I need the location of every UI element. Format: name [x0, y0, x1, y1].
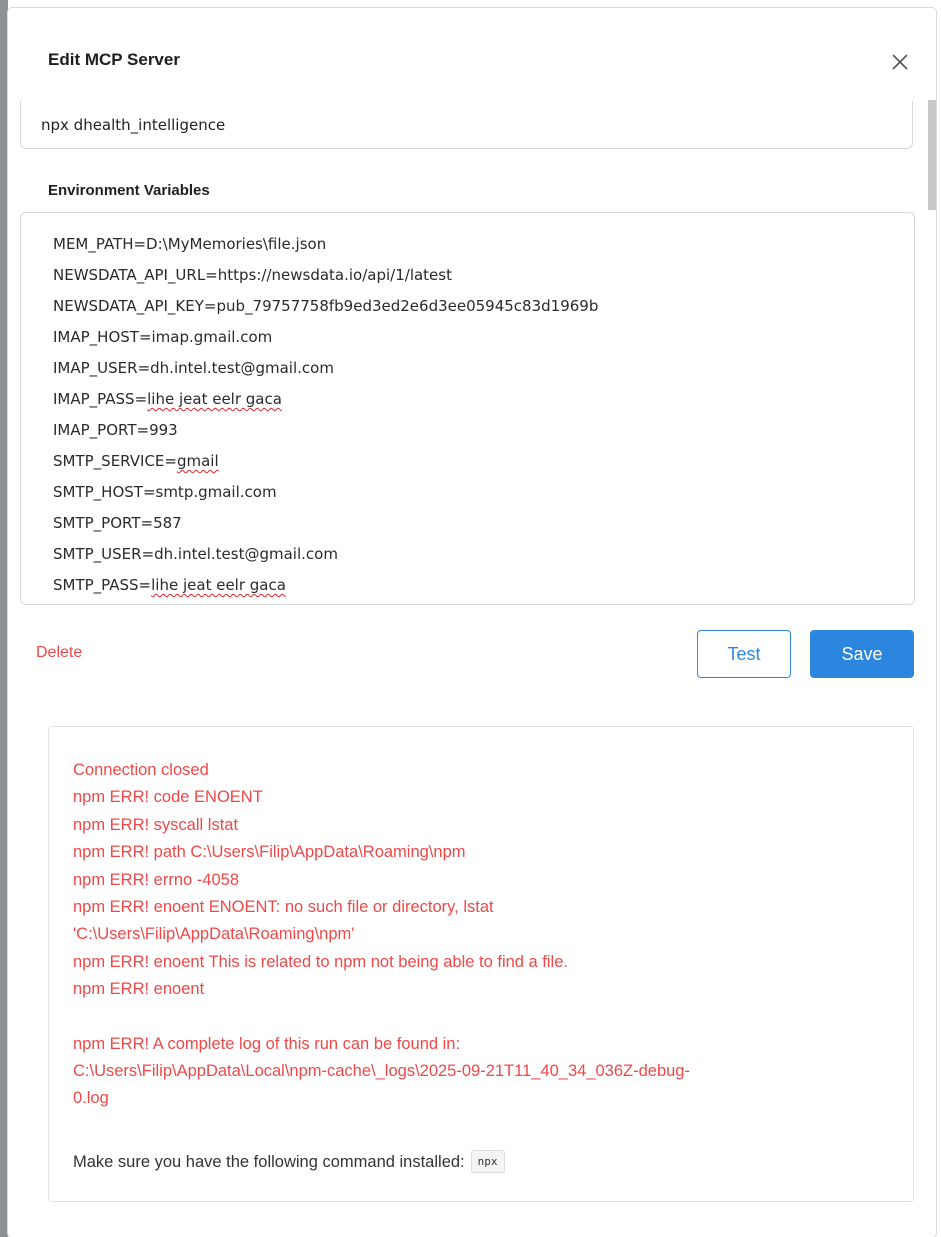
log-line: npm ERR! enoent ENOENT: no such file or …: [73, 897, 494, 916]
env-line: IMAP_PORT=993: [53, 421, 178, 439]
env-line: SMTP_PASS=lihe jeat eelr gaca: [53, 570, 914, 601]
env-line: SMTP_PORT=587: [53, 514, 182, 532]
dialog-title: Edit MCP Server: [48, 50, 180, 69]
env-line: SMTP_USER=dh.intel.test@gmail.com: [53, 545, 338, 563]
delete-button[interactable]: Delete: [36, 644, 82, 662]
connection-log-panel: Connection closed npm ERR! code ENOENT n…: [48, 726, 914, 1202]
log-line: npm ERR! enoent: [73, 980, 205, 999]
command-input[interactable]: npx dhealth_intelligence: [20, 101, 913, 149]
log-line: Connection closed: [73, 761, 209, 779]
spellcheck-flagged-value: lihe jeat eelr gaca: [151, 576, 286, 594]
env-line: SMTP_SERVICE=gmail: [53, 446, 914, 477]
spellcheck-flagged-value: lihe jeat eelr gaca: [147, 390, 282, 408]
env-line: NEWSDATA_API_KEY=pub_79757758fb9ed3ed2e6…: [53, 297, 599, 315]
environment-variables-textarea[interactable]: MEM_PATH=D:\MyMemories\file.json NEWSDAT…: [20, 212, 915, 605]
env-line: NEWSDATA_API_URL=https://newsdata.io/api…: [53, 266, 452, 284]
env-line: SMTP_HOST=smtp.gmail.com: [53, 483, 277, 501]
env-line: IMAP_PASS=lihe jeat eelr gaca: [53, 384, 914, 415]
env-key: SMTP_PASS=: [53, 576, 152, 594]
test-button[interactable]: Test: [697, 630, 791, 678]
log-line: npm ERR! A complete log of this run can …: [73, 1034, 461, 1053]
dialog-header: Edit MCP Server: [8, 8, 936, 108]
env-line: IMAP_USER=dh.intel.test@gmail.com: [53, 359, 334, 377]
environment-variables-label: Environment Variables: [48, 182, 210, 199]
close-icon: [892, 54, 908, 70]
env-line: IMAP_HOST=imap.gmail.com: [53, 328, 273, 346]
edit-mcp-server-dialog: Edit MCP Server npx dhealth_intelligence…: [8, 8, 936, 1237]
env-key: IMAP_PASS=: [53, 390, 148, 408]
log-line: C:\Users\Filip\AppData\Local\npm-cache\_…: [73, 1061, 690, 1080]
log-line: npm ERR! code ENOENT: [73, 788, 263, 807]
log-line: npm ERR! errno -4058: [73, 870, 239, 889]
install-hint-text: Make sure you have the following command…: [73, 1153, 465, 1171]
log-line: 0.log: [73, 1089, 109, 1108]
spellcheck-flagged-value: gmail: [176, 452, 219, 470]
save-button[interactable]: Save: [810, 630, 914, 678]
log-line: npm ERR! path C:\Users\Filip\AppData\Roa…: [73, 843, 466, 862]
log-blank-line: [73, 1004, 913, 1031]
close-button[interactable]: [882, 44, 918, 80]
env-line: MEM_PATH=D:\MyMemories\file.json: [53, 235, 327, 253]
log-line: npm ERR! enoent This is related to npm n…: [73, 952, 568, 971]
scrollbar[interactable]: [928, 100, 936, 210]
log-line: npm ERR! syscall lstat: [73, 815, 239, 834]
install-hint: Make sure you have the following command…: [73, 1150, 505, 1173]
command-chip: npx: [470, 1150, 505, 1173]
log-line: 'C:\Users\Filip\AppData\Roaming\npm': [73, 925, 355, 944]
env-key: SMTP_SERVICE=: [53, 452, 177, 470]
